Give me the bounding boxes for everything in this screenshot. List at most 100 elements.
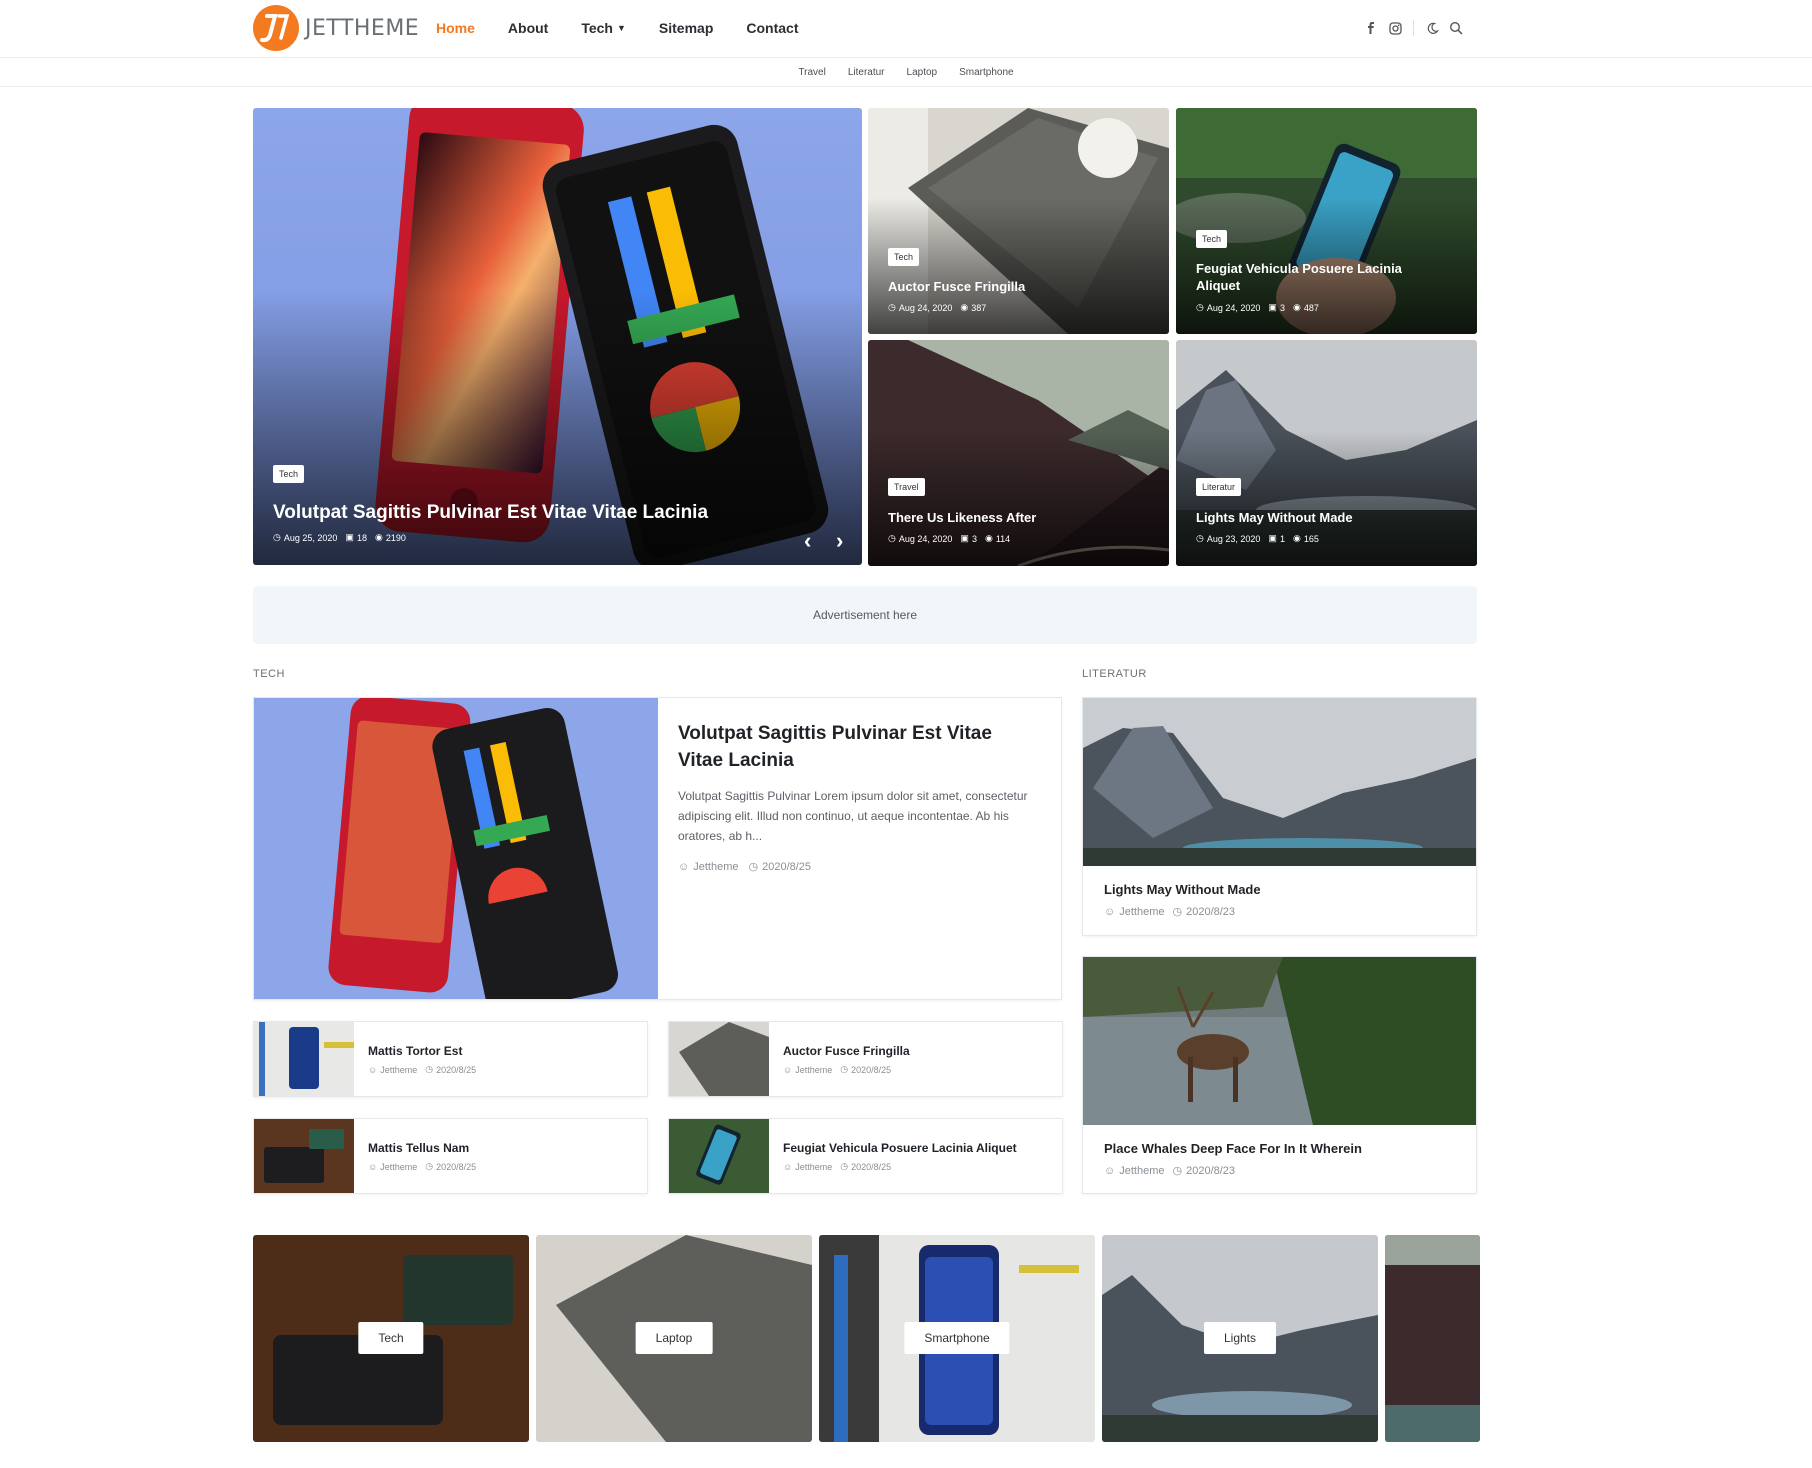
category-tile-label[interactable]: Laptop bbox=[635, 1322, 713, 1354]
featured-post-author[interactable]: Jettheme bbox=[693, 861, 738, 873]
eye-icon: ◉ bbox=[1292, 302, 1301, 312]
category-tile-laptop[interactable]: Laptop bbox=[536, 1235, 812, 1442]
site-logo[interactable]: JETTHEME bbox=[253, 5, 419, 51]
subnav-item-travel[interactable]: Travel bbox=[798, 67, 825, 78]
slider-next-arrow-icon[interactable]: › bbox=[836, 528, 843, 554]
nav-item-tech[interactable]: Tech ▼ bbox=[581, 20, 626, 36]
list-item[interactable]: Mattis Tellus Nam ☺ Jettheme ◷ 2020/8/25 bbox=[253, 1118, 648, 1194]
list-item-title[interactable]: Feugiat Vehicula Posuere Lacinia Aliquet bbox=[783, 1141, 1017, 1155]
literatur-post-title[interactable]: Place Whales Deep Face For In It Wherein bbox=[1104, 1141, 1476, 1156]
hero-card-shade bbox=[868, 430, 1169, 566]
section-heading-literatur[interactable]: LITERATUR bbox=[1082, 668, 1147, 680]
hero-main-tag[interactable]: Tech bbox=[273, 465, 305, 483]
hero-card-tag[interactable]: Literatur bbox=[1196, 478, 1242, 496]
user-icon: ☺ bbox=[1104, 905, 1116, 918]
hero-card[interactable]: Literatur Lights May Without Made ◷ Aug 2… bbox=[1176, 340, 1477, 566]
comment-icon: ▣ bbox=[960, 533, 969, 543]
advertisement-banner[interactable]: Advertisement here bbox=[253, 586, 1477, 644]
list-item-image[interactable] bbox=[669, 1119, 769, 1193]
list-item-title[interactable]: Mattis Tellus Nam bbox=[368, 1141, 469, 1155]
nav-item-home[interactable]: Home bbox=[436, 20, 475, 36]
literatur-post-author[interactable]: Jettheme bbox=[1119, 906, 1164, 918]
list-item-author[interactable]: Jettheme bbox=[380, 1065, 417, 1075]
comment-icon: ▣ bbox=[345, 532, 354, 542]
hero-card-tag[interactable]: Tech bbox=[888, 248, 920, 266]
list-item-date: 2020/8/25 bbox=[851, 1064, 892, 1075]
section-heading-tech[interactable]: TECH bbox=[253, 668, 285, 680]
list-item-meta: ☺ Jettheme ◷ 2020/8/25 bbox=[783, 1161, 891, 1172]
search-icon[interactable] bbox=[1444, 16, 1468, 40]
list-item[interactable]: Auctor Fusce Fringilla ☺ Jettheme ◷ 2020/8… bbox=[668, 1021, 1063, 1097]
category-tile-smartphone[interactable]: Smartphone bbox=[819, 1235, 1095, 1442]
list-item[interactable]: Mattis Tortor Est ☺ Jettheme ◷ 2020/8/25 bbox=[253, 1021, 648, 1097]
literatur-post-title[interactable]: Lights May Without Made bbox=[1104, 882, 1476, 897]
list-item-meta: ☺ Jettheme ◷ 2020/8/25 bbox=[783, 1064, 891, 1075]
list-item[interactable]: Feugiat Vehicula Posuere Lacinia Aliquet… bbox=[668, 1118, 1063, 1194]
category-tile-partial[interactable] bbox=[1385, 1235, 1480, 1442]
clock-icon: ◷ bbox=[840, 1064, 849, 1074]
hero-card[interactable]: Tech Auctor Fusce Fringilla ◷ Aug 24, 202… bbox=[868, 108, 1169, 334]
category-tile-label[interactable]: Tech bbox=[358, 1322, 424, 1354]
eye-icon: ◉ bbox=[1292, 533, 1301, 543]
hero-card-date: Aug 24, 2020 bbox=[898, 533, 953, 544]
list-item-image[interactable] bbox=[254, 1022, 354, 1096]
literatur-post-card[interactable]: Place Whales Deep Face For In It Wherein… bbox=[1082, 956, 1477, 1194]
hero-card[interactable]: Tech Feugiat Vehicula Posuere Lacinia Al… bbox=[1176, 108, 1477, 334]
list-item-image[interactable] bbox=[254, 1119, 354, 1193]
nav-item-about[interactable]: About bbox=[508, 20, 548, 36]
hero-card-comments: 3 bbox=[1279, 302, 1285, 313]
dark-mode-icon[interactable] bbox=[1420, 16, 1444, 40]
clock-icon: ◷ bbox=[888, 533, 896, 543]
subnav-item-laptop[interactable]: Laptop bbox=[907, 67, 938, 78]
hero-card[interactable]: Travel There Us Likeness After ◷ Aug 24, … bbox=[868, 340, 1169, 566]
list-item-author[interactable]: Jettheme bbox=[795, 1065, 832, 1075]
hero-card-tag[interactable]: Tech bbox=[1196, 230, 1228, 248]
featured-post-image[interactable] bbox=[254, 698, 658, 999]
hero-card-tag[interactable]: Travel bbox=[888, 478, 925, 496]
nav-item-contact[interactable]: Contact bbox=[746, 20, 798, 36]
literatur-post-card[interactable]: Lights May Without Made ☺ Jettheme ◷ 2020/… bbox=[1082, 697, 1477, 936]
category-tile-tech[interactable]: Tech bbox=[253, 1235, 529, 1442]
list-item-author[interactable]: Jettheme bbox=[795, 1162, 832, 1172]
instagram-icon[interactable] bbox=[1383, 16, 1407, 40]
hero-card-views: 487 bbox=[1303, 302, 1319, 313]
featured-post-date: 2020/8/25 bbox=[762, 860, 812, 873]
hero-card-title[interactable]: Auctor Fusce Fringilla bbox=[888, 278, 1025, 295]
literatur-post-picture bbox=[1083, 957, 1476, 1125]
featured-post-card[interactable]: Volutpat Sagittis Pulvinar Est Vitae Vit… bbox=[253, 697, 1062, 1000]
literatur-post-image[interactable] bbox=[1083, 698, 1476, 866]
list-item-picture bbox=[254, 1022, 354, 1096]
chevron-down-icon: ▼ bbox=[616, 23, 626, 33]
hero-card-meta: ◷ Aug 24, 2020 ▣ 3 ◉ 114 bbox=[888, 533, 1018, 544]
featured-post-excerpt: Volutpat Sagittis Pulvinar Lorem ipsum d… bbox=[678, 789, 1028, 843]
literatur-post-image[interactable] bbox=[1083, 957, 1476, 1125]
list-item-title[interactable]: Auctor Fusce Fringilla bbox=[783, 1044, 910, 1058]
hero-card-date: Aug 24, 2020 bbox=[1206, 302, 1261, 313]
facebook-icon[interactable] bbox=[1359, 16, 1383, 40]
list-item-meta: ☺ Jettheme ◷ 2020/8/25 bbox=[368, 1161, 476, 1172]
list-item-date: 2020/8/25 bbox=[436, 1161, 477, 1172]
nav-item-sitemap[interactable]: Sitemap bbox=[659, 20, 713, 36]
hero-card-title[interactable]: Lights May Without Made bbox=[1196, 509, 1353, 526]
hero-main-title[interactable]: Volutpat Sagittis Pulvinar Est Vitae Vit… bbox=[273, 500, 708, 526]
category-tile-lights[interactable]: Lights bbox=[1102, 1235, 1378, 1442]
list-item-image[interactable] bbox=[669, 1022, 769, 1096]
comment-icon: ▣ bbox=[1268, 302, 1277, 312]
hero-main-date: Aug 25, 2020 bbox=[283, 532, 338, 543]
literatur-post-author[interactable]: Jettheme bbox=[1119, 1165, 1164, 1177]
hero-card-meta: ◷ Aug 23, 2020 ▣ 1 ◉ 165 bbox=[1196, 533, 1327, 544]
category-tile-label[interactable]: Smartphone bbox=[904, 1322, 1010, 1354]
featured-post-title[interactable]: Volutpat Sagittis Pulvinar Est Vitae Vit… bbox=[678, 720, 1038, 774]
hero-main-card[interactable]: Tech Volutpat Sagittis Pulvinar Est Vita… bbox=[253, 108, 862, 565]
subnav-item-smartphone[interactable]: Smartphone bbox=[959, 67, 1013, 78]
list-item-author[interactable]: Jettheme bbox=[380, 1162, 417, 1172]
site-header: JETTHEME Home About Tech ▼ Sitemap Conta… bbox=[0, 0, 1812, 58]
subnav-item-literatur[interactable]: Literatur bbox=[848, 67, 885, 78]
hero-card-title[interactable]: Feugiat Vehicula Posuere Lacinia Aliquet bbox=[1196, 260, 1426, 294]
header-icons bbox=[1359, 16, 1468, 40]
slider-prev-arrow-icon[interactable]: ‹ bbox=[804, 528, 811, 554]
category-tile-label[interactable]: Lights bbox=[1203, 1322, 1277, 1354]
hero-card-title[interactable]: There Us Likeness After bbox=[888, 509, 1036, 526]
list-item-title[interactable]: Mattis Tortor Est bbox=[368, 1044, 462, 1058]
user-icon: ☺ bbox=[783, 1161, 793, 1172]
